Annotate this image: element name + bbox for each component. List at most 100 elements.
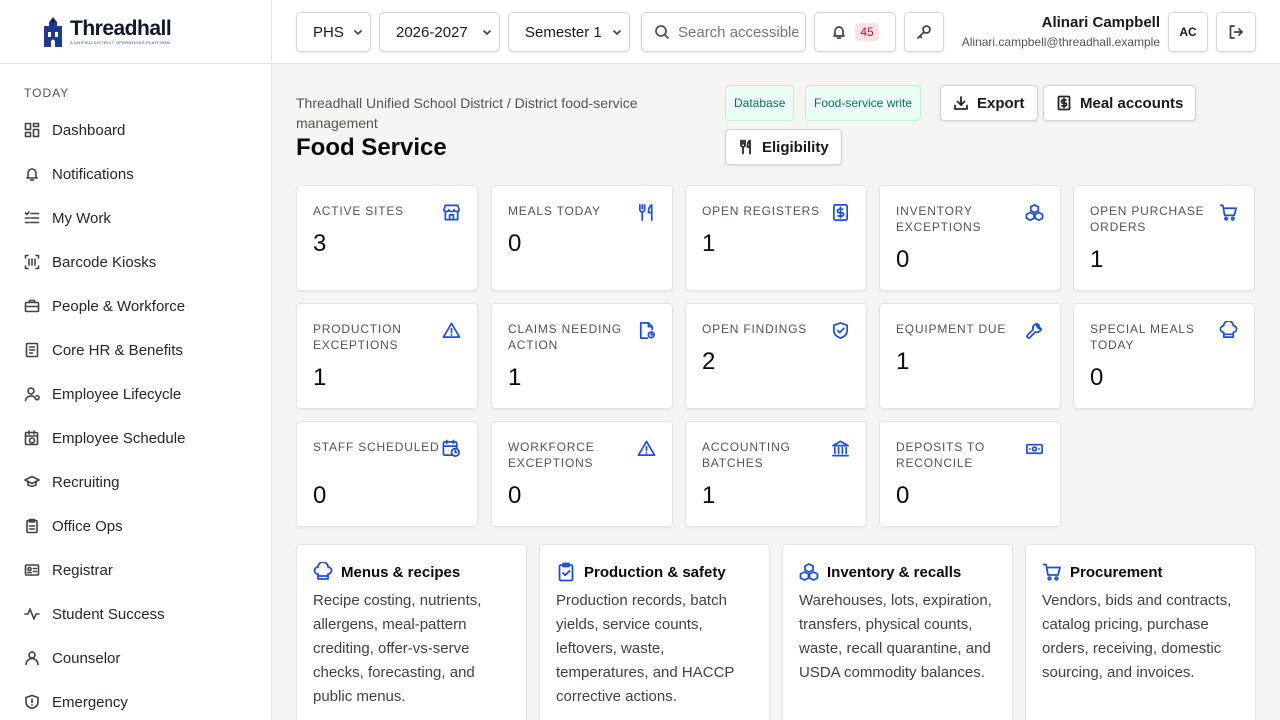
sidebar-item-people-workforce[interactable]: People & Workforce [0,284,271,328]
sidebar-item-counselor[interactable]: Counselor [0,636,271,680]
stat-label: Meals today [508,204,601,218]
sidebar-item-office-ops[interactable]: Office Ops [0,504,271,548]
sidebar-item-label: Office Ops [52,517,123,535]
bell-icon [833,26,846,39]
bell-icon [26,168,38,181]
module-title: Production & safety [584,563,726,581]
module-header: Inventory & recalls [799,562,961,582]
chef-hat-icon [313,562,333,580]
meal-accounts-label: Meal accounts [1080,94,1184,112]
stat-card-open-registers[interactable]: Open registers 1 [685,185,867,291]
stat-card-workforce-exceptions[interactable]: Workforce exceptions 0 [491,421,673,527]
stat-card-claims-needing-action[interactable]: Claims needing action 1 [491,303,673,409]
cart-icon [1042,563,1061,581]
stat-label: Workforce exceptions [508,440,595,470]
stat-card-production-exceptions[interactable]: Production exceptions 1 [296,303,478,409]
stat-card-staff-scheduled[interactable]: Staff scheduled 0 [296,421,478,527]
sidebar-item-registrar[interactable]: Registrar [0,548,271,592]
sidebar-item-recruiting[interactable]: Recruiting [0,460,271,504]
avatar-button[interactable]: AC [1168,12,1208,52]
meal-accounts-button[interactable]: Meal accounts [1043,85,1197,121]
eligibility-button[interactable]: Eligibility [725,129,842,165]
eligibility-label: Eligibility [762,138,829,156]
stat-label: Deposits to reconcile [896,440,986,470]
module-title: Inventory & recalls [827,563,962,581]
sidebar-item-label: My Work [52,209,111,227]
module-title: Procurement [1070,563,1163,581]
stat-card-open-purchase-orders[interactable]: Open purchase orders 1 [1073,185,1255,291]
module-card-menus-recipes[interactable]: Menus & recipes Recipe costing, nutrient… [296,544,527,720]
term-select-value: Semester 1 [525,23,602,41]
food-service-write-tag: Food-service write [805,85,922,121]
module-header: Production & safety [556,562,726,582]
search-input[interactable] [678,23,798,41]
stat-card-deposits-to-reconcile[interactable]: Deposits to reconcile 0 [879,421,1061,527]
stat-card-inventory-exceptions[interactable]: Inventory exceptions 0 [879,185,1061,291]
stat-value: 0 [508,230,522,257]
export-button[interactable]: Export [940,85,1038,121]
module-card-inventory-recalls[interactable]: Inventory & recalls Warehouses, lots, ex… [782,544,1013,720]
stat-label: Inventory exceptions [896,204,982,234]
avatar-initials: AC [1179,25,1197,39]
stat-value: 0 [313,482,327,509]
stat-label: Open findings [702,322,808,336]
module-card-production-safety[interactable]: Production & safety Production records, … [539,544,770,720]
notifications-button[interactable]: 45 [814,12,896,52]
sidebar-item-notifications[interactable]: Notifications [0,152,271,196]
brand[interactable]: Threadhall A unified district operations… [0,0,271,64]
module-card-procurement[interactable]: Procurement Vendors, bids and contracts,… [1025,544,1256,720]
module-description: Vendors, bids and contracts, catalog pri… [1042,592,1232,681]
stat-label: Staff scheduled [313,440,440,454]
chevron-down-icon [612,29,622,36]
export-label: Export [977,94,1025,112]
stat-card-equipment-due[interactable]: Equipment due 1 [879,303,1061,409]
sidebar-item-barcode-kiosks[interactable]: Barcode Kiosks [0,240,271,284]
sidebar-item-label: Core HR & Benefits [52,341,183,359]
stat-value: 2 [702,348,716,375]
key-button[interactable] [904,12,944,52]
utensils-icon [638,204,653,221]
barcode-icon [24,254,40,270]
stat-card-accounting-batches[interactable]: Accounting batches 1 [685,421,867,527]
warning-icon [637,440,656,457]
sidebar-item-employee-schedule[interactable]: Employee Schedule [0,416,271,460]
sidebar-item-dashboard[interactable]: Dashboard [0,108,271,152]
stat-value: 0 [1090,364,1104,391]
stat-label: Special meals today [1090,322,1195,352]
sidebar-item-student-success[interactable]: Student Success [0,592,271,636]
sidebar-item-emergency[interactable]: Emergency [0,680,271,720]
sidebar-item-employee-lifecycle[interactable]: Employee Lifecycle [0,372,271,416]
clipboard-check-icon [558,562,574,582]
module-title: Menus & recipes [341,563,461,581]
stat-card-meals-today[interactable]: Meals today 0 [491,185,673,291]
notifications-count-badge: 45 [855,23,879,41]
sidebar-item-my-work[interactable]: My Work [0,196,271,240]
sign-out-button[interactable] [1216,12,1256,52]
dashboard-icon [24,122,40,138]
stat-card-active-sites[interactable]: Active sites 3 [296,185,478,291]
store-icon [443,204,460,221]
sidebar-item-label: Recruiting [52,473,120,491]
school-select[interactable]: PHS [296,12,371,52]
stat-card-open-findings[interactable]: Open findings 2 [685,303,867,409]
module-description: Warehouses, lots, expiration, transfers,… [799,592,992,681]
briefcase-icon [24,299,40,313]
sidebar-item-label: Counselor [52,649,121,667]
sidebar-item-label: Emergency [52,693,128,711]
receipt-dollar-icon [832,204,849,221]
school-year-value: 2026-2027 [396,23,468,41]
clipboard-icon [26,518,38,534]
search-icon [655,25,670,40]
sidebar-item-label: Barcode Kiosks [52,253,157,271]
stat-label: Open registers [702,204,820,218]
sidebar-item-label: Student Success [52,605,165,623]
sidebar-item-core-hr-benefits[interactable]: Core HR & Benefits [0,328,271,372]
term-select[interactable]: Semester 1 [508,12,630,52]
stat-card-special-meals-today[interactable]: Special meals today 0 [1073,303,1255,409]
stat-label: Open purchase orders [1090,204,1205,234]
search-box[interactable] [641,12,806,52]
school-year-select[interactable]: 2026-2027 [379,12,500,52]
stat-value: 0 [896,246,910,273]
bank-icon [832,440,849,457]
utensils-icon [740,139,751,155]
